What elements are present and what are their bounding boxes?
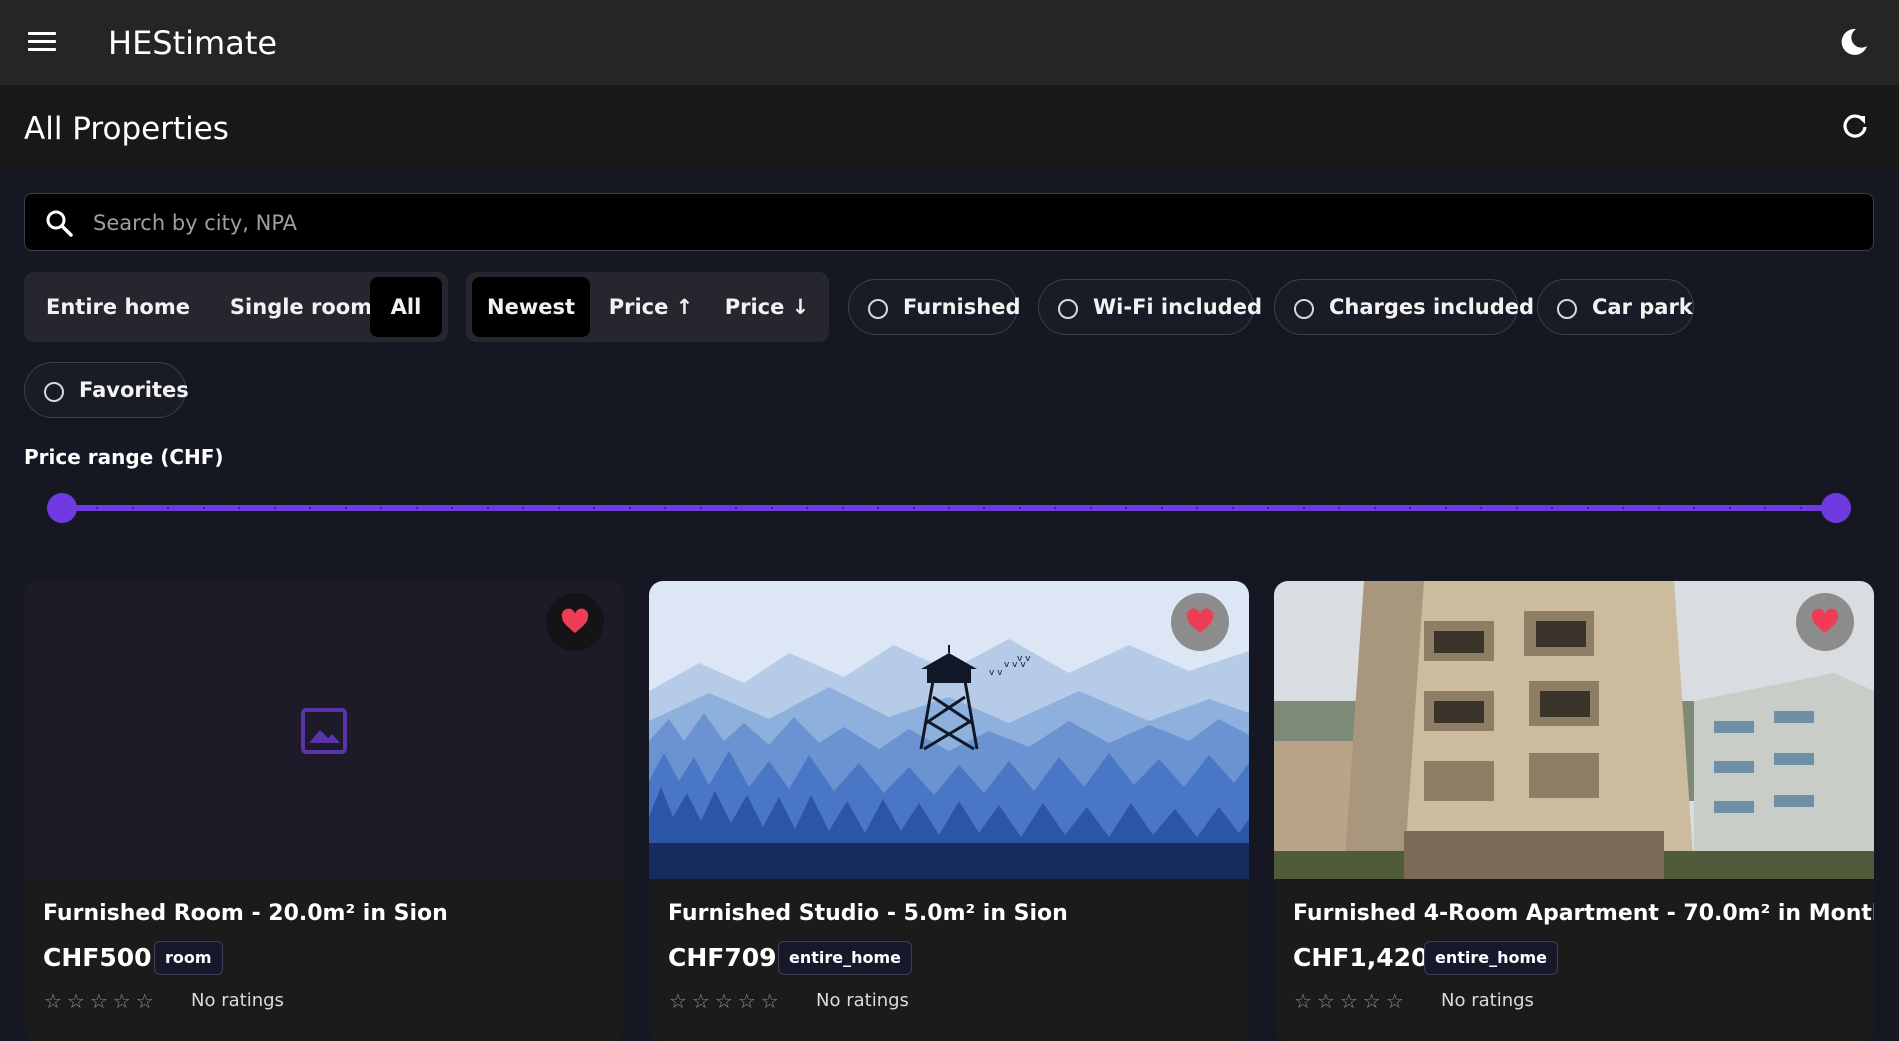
listing-price: CHF709	[668, 943, 777, 972]
slider-tick	[344, 507, 347, 509]
car-park-toggle[interactable]: Car park	[1537, 279, 1694, 335]
slider-tick	[948, 507, 950, 509]
heart-icon	[1186, 608, 1214, 633]
rating-text: No ratings	[816, 990, 909, 1011]
slider-tick	[486, 507, 489, 509]
slider-tick	[1089, 507, 1092, 509]
svg-text:v v: v v	[989, 668, 1003, 678]
slider-tick	[557, 507, 560, 509]
rating-text: No ratings	[191, 990, 284, 1011]
slider-tick	[1764, 507, 1767, 509]
slider-thumb-max[interactable]	[1821, 493, 1851, 523]
sort-newest[interactable]: Newest	[472, 277, 590, 337]
slider-tick	[202, 507, 205, 509]
slider-tick	[699, 507, 702, 509]
wifi-toggle[interactable]: Wi-Fi included	[1038, 279, 1262, 335]
slider-tick	[628, 507, 631, 509]
slider-tick	[1728, 507, 1731, 509]
listing-image	[24, 581, 624, 879]
page-title: All Properties	[24, 111, 229, 147]
slider-tick	[273, 507, 276, 509]
rating-text: No ratings	[1441, 990, 1534, 1011]
slider-tick	[770, 507, 773, 509]
rating-stars: ☆☆☆☆☆	[44, 989, 159, 1013]
slider-tick	[1018, 507, 1021, 509]
rating-stars: ☆☆☆☆☆	[1294, 989, 1409, 1013]
price-range-label: Price range (CHF)	[24, 445, 224, 469]
listing-type-badge: entire_home	[1424, 941, 1559, 975]
listing-title: Furnished Studio - 5.0m² in Sion	[668, 901, 1068, 926]
favorite-button[interactable]	[1796, 593, 1854, 651]
listing-details: Furnished Studio - 5.0m² in Sion CHF709 …	[649, 879, 1249, 1041]
type-entire-home[interactable]: Entire home	[33, 277, 203, 337]
radio-icon	[1058, 299, 1078, 319]
radio-icon	[1557, 299, 1577, 319]
listing-image	[1274, 581, 1874, 879]
listing-title: Furnished Room - 20.0m² in Sion	[43, 901, 448, 926]
slider-tick	[415, 507, 418, 509]
favorite-button[interactable]	[546, 593, 604, 651]
slider-thumb-min[interactable]	[47, 493, 77, 523]
listing-image: v vv v vv v	[649, 581, 1249, 879]
type-single-room[interactable]: Single room	[208, 277, 394, 337]
slider-tick	[912, 507, 915, 509]
refresh-icon[interactable]	[1841, 112, 1869, 140]
slider-tick	[1799, 507, 1802, 509]
svg-text:v v: v v	[1017, 654, 1031, 664]
moon-icon[interactable]	[1839, 27, 1869, 57]
slider-tick	[1302, 507, 1305, 509]
heart-icon	[561, 608, 589, 633]
sort-price-desc[interactable]: Price ↓	[710, 277, 824, 337]
type-all[interactable]: All	[370, 277, 442, 337]
listing-card[interactable]: v vv v vv v Furnished Studio - 5.0m² in …	[649, 581, 1249, 1041]
slider-tick	[841, 507, 844, 509]
hamburger-menu-icon[interactable]	[28, 30, 56, 52]
listing-details: Furnished 4-Room Apartment - 70.0m² in M…	[1274, 879, 1874, 1041]
search-input[interactable]	[91, 206, 1835, 240]
furnished-toggle[interactable]: Furnished	[848, 279, 1020, 335]
rating-stars: ☆☆☆☆☆	[669, 989, 784, 1013]
favorite-button[interactable]	[1171, 593, 1229, 651]
radio-icon	[1294, 299, 1314, 319]
charges-toggle[interactable]: Charges included	[1274, 279, 1534, 335]
app-title: HEStimate	[108, 24, 278, 62]
sort-price-asc[interactable]: Price ↑	[594, 277, 708, 337]
slider-tick	[131, 507, 134, 509]
favorites-toggle[interactable]: Favorites	[24, 362, 189, 418]
listing-card[interactable]: Furnished Room - 20.0m² in Sion CHF500 r…	[24, 581, 624, 1041]
slider-tick	[1160, 507, 1163, 509]
slider-tick	[1231, 507, 1234, 509]
slider-tick	[1373, 507, 1376, 509]
page-header	[0, 85, 1899, 169]
slider-tick	[1444, 507, 1447, 509]
slider-tick	[1515, 507, 1518, 509]
price-range-slider[interactable]	[47, 493, 1851, 523]
listing-title: Furnished 4-Room Apartment - 70.0m² in M…	[1293, 901, 1874, 926]
slider-tick	[877, 507, 880, 509]
listing-price: CHF1,420	[1293, 943, 1429, 972]
property-type-filter: Entire home Single room All	[24, 272, 448, 342]
search-bar	[24, 193, 1874, 251]
slider-tick	[1657, 507, 1660, 509]
listing-type-badge: entire_home	[778, 941, 913, 975]
listing-card[interactable]: Furnished 4-Room Apartment - 70.0m² in M…	[1274, 581, 1874, 1041]
slider-tick	[1586, 507, 1589, 509]
radio-icon	[44, 382, 64, 402]
listing-details: Furnished Room - 20.0m² in Sion CHF500 r…	[24, 879, 624, 1041]
app-bar	[0, 0, 1899, 85]
search-icon	[45, 209, 73, 237]
listing-type-badge: room	[154, 941, 223, 975]
heart-icon	[1811, 608, 1839, 633]
listing-price: CHF500	[43, 943, 152, 972]
image-placeholder-icon	[301, 708, 347, 754]
radio-icon	[868, 299, 888, 319]
sort-filter: Newest Price ↑ Price ↓	[466, 272, 829, 342]
